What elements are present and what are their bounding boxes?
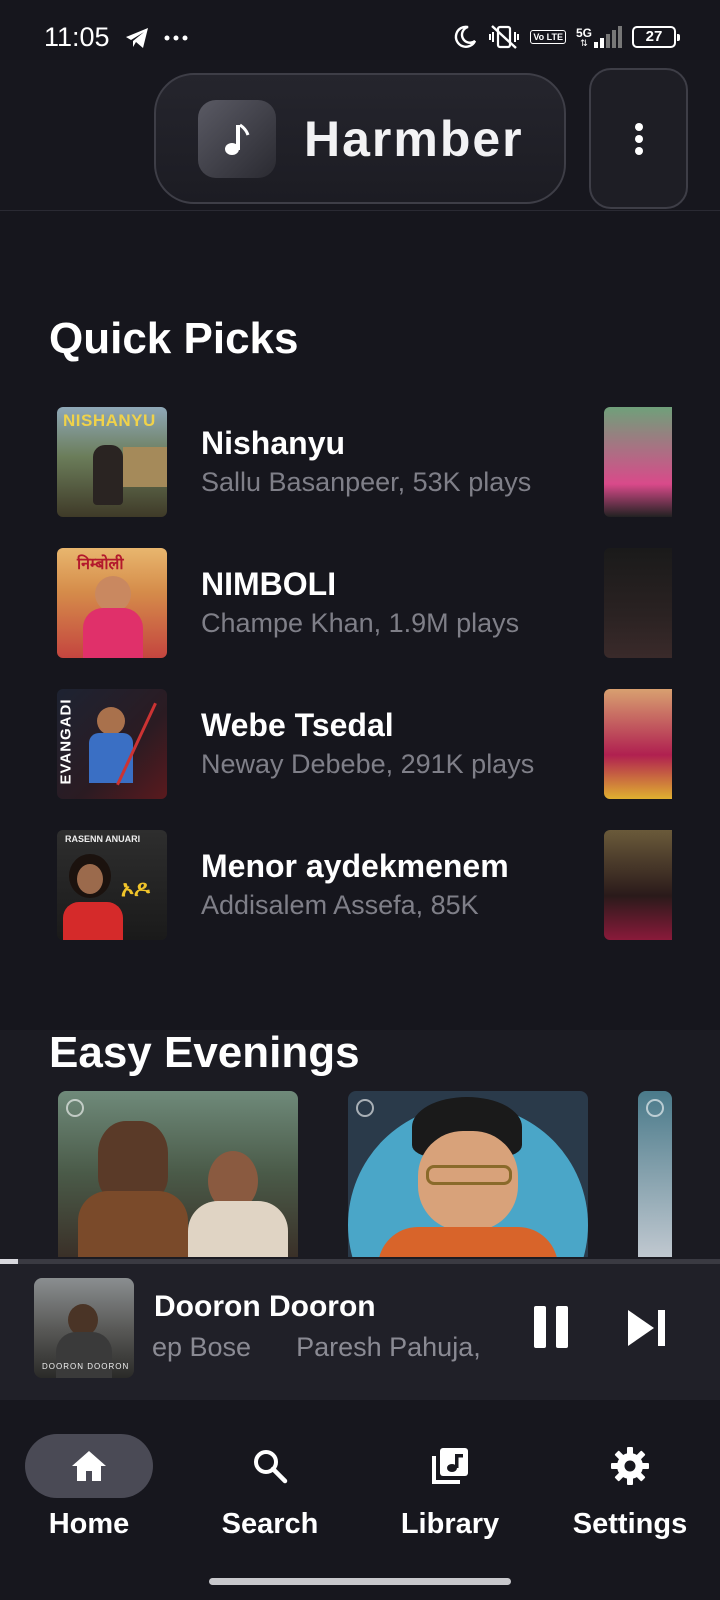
nav-label: Search [221, 1508, 319, 1540]
pause-icon [534, 1306, 546, 1348]
album-art-text: EVANGADI [57, 698, 75, 785]
quick-pick-item[interactable]: निम्बोली NIMBOLI Champe Khan, 1.9M plays [57, 548, 657, 658]
song-title: Webe Tsedal [201, 707, 394, 743]
nav-library[interactable]: Library [365, 1434, 535, 1554]
pause-icon [556, 1306, 568, 1348]
quick-pick-item[interactable]: NISHANYU Nishanyu Sallu Basanpeer, 53K p… [57, 407, 657, 517]
bottom-navigation: Home Search Library Settings [0, 1400, 720, 1600]
play-badge-icon [356, 1099, 374, 1117]
song-title: Menor aydekmenem [201, 848, 509, 884]
app-name: Harmber [304, 110, 524, 167]
playlist-card[interactable] [348, 1091, 588, 1257]
album-art: NISHANYU [57, 407, 167, 517]
easy-evenings-title: Easy Evenings [49, 1028, 360, 1077]
album-art-text: NISHANYU [63, 411, 156, 430]
home-icon [72, 1451, 106, 1481]
brand-pill[interactable]: Harmber [154, 73, 566, 204]
search-icon [254, 1450, 288, 1484]
nav-label: Settings [572, 1508, 688, 1540]
gesture-home-indicator[interactable] [209, 1578, 511, 1585]
quick-pick-item[interactable]: EVANGADI Webe Tsedal Neway Debebe, 291K … [57, 689, 657, 799]
status-time: 11:05 [44, 22, 110, 52]
pause-button[interactable] [534, 1306, 578, 1352]
next-column-art[interactable] [604, 689, 672, 799]
moon-icon [455, 25, 477, 48]
album-art: RASENN ANUARI ኦዶ [57, 830, 167, 940]
more-vertical-icon [634, 122, 643, 155]
status-right-icons: Vo LTE 5G ⇅ 27 [452, 24, 680, 50]
app-root: 11:05 Vo LTE 5G ⇅ 27 Harmber Quick Picks… [0, 0, 720, 1600]
playlist-card[interactable] [58, 1091, 298, 1257]
nav-home[interactable]: Home [4, 1434, 174, 1554]
now-playing-title: Dooron Dooron [154, 1290, 376, 1323]
nav-settings[interactable]: Settings [545, 1434, 715, 1554]
song-title: NIMBOLI [201, 566, 337, 602]
song-meta: Addisalem Assefa, 85K [201, 890, 479, 920]
play-badge-icon [646, 1099, 664, 1117]
settings-gear-icon [611, 1447, 649, 1485]
skip-next-button[interactable] [626, 1308, 668, 1348]
now-playing-art-text: DOORON DOORON [42, 1362, 130, 1371]
telegram-icon [126, 28, 148, 48]
volte-icon: Vo LTE [530, 30, 566, 44]
play-badge-icon [66, 1099, 84, 1117]
song-meta: Sallu Basanpeer, 53K plays [201, 467, 532, 497]
song-title: Nishanyu [201, 425, 346, 461]
more-dots-icon [164, 35, 188, 41]
quick-picks-title: Quick Picks [49, 314, 299, 363]
album-art: EVANGADI [57, 689, 167, 799]
next-column-art[interactable] [604, 407, 672, 517]
song-meta: Neway Debebe, 291K plays [201, 749, 535, 779]
quick-pick-item[interactable]: RASENN ANUARI ኦዶ Menor aydekmenem Addisa… [57, 830, 657, 940]
mini-player[interactable]: DOORON DOORON Dooron Dooron ep Bose Pare… [0, 1264, 720, 1400]
next-column-art[interactable] [604, 548, 672, 658]
app-header: Harmber [0, 60, 720, 211]
signal-5g-icon: 5G ⇅ [576, 26, 622, 48]
playlist-card[interactable] [638, 1091, 672, 1257]
more-menu-button[interactable] [589, 68, 688, 209]
battery-icon: 27 [632, 26, 680, 48]
song-meta: Champe Khan, 1.9M plays [201, 608, 520, 638]
nav-label: Library [400, 1508, 500, 1540]
nav-label: Home [48, 1508, 130, 1540]
nav-search[interactable]: Search [185, 1434, 355, 1554]
now-playing-artist: ep Bose Paresh Pahuja, [152, 1332, 481, 1362]
next-column-art[interactable] [604, 830, 672, 940]
now-playing-art: DOORON DOORON [34, 1278, 134, 1378]
album-art-text: निम्बोली [77, 556, 124, 573]
album-art-text: RASENN ANUARI [65, 834, 141, 844]
album-art: निम्बोली [57, 548, 167, 658]
vibrate-icon [489, 25, 520, 49]
library-music-icon [432, 1448, 468, 1484]
status-left-icons [124, 26, 188, 50]
music-note-icon [198, 99, 276, 178]
